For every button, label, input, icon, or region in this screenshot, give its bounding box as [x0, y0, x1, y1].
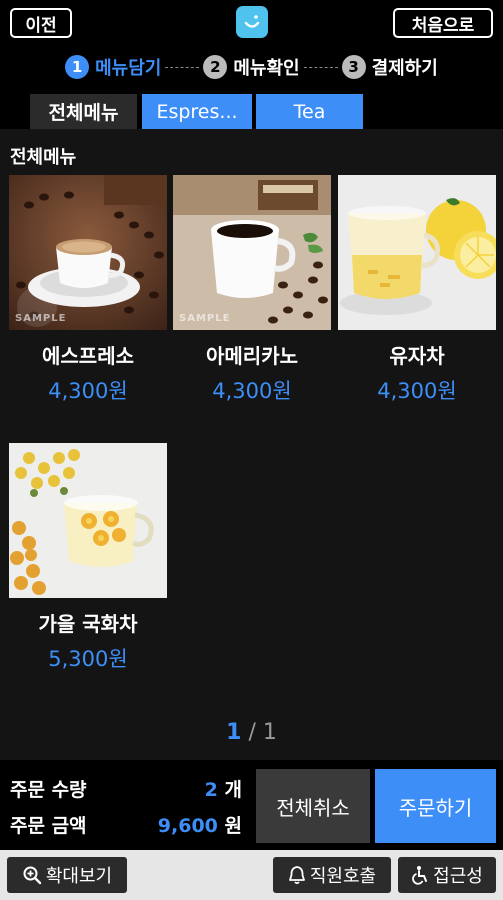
product-price: 4,300원 — [377, 379, 457, 403]
step-2: 2 메뉴확인 — [203, 54, 300, 80]
staff-call-label: 직원호출 — [309, 866, 377, 887]
step-divider — [165, 66, 200, 68]
product-name: 아메리카노 — [206, 344, 298, 368]
bottom-bar: 확대보기 직원호출 접근성 — [0, 850, 503, 900]
home-button[interactable]: 처음으로 — [393, 8, 493, 38]
product-image-americano: SAMPLE — [173, 175, 331, 330]
order-quantity-label: 주문 수량 — [10, 779, 87, 801]
step-2-number: 2 — [203, 55, 228, 79]
wheelchair-icon — [412, 866, 428, 885]
step-2-label: 메뉴확인 — [233, 58, 300, 79]
bell-icon — [288, 866, 305, 885]
step-3-number: 3 — [341, 55, 366, 79]
step-indicator: 1 메뉴담기 2 메뉴확인 3 결제하기 — [0, 44, 503, 90]
order-amount-value: 9,600 — [157, 815, 218, 837]
pagination: 1 / 1 — [0, 720, 503, 745]
order-button[interactable]: 주문하기 — [375, 769, 496, 843]
order-summary: 주문 수량 2 개 주문 금액 9,600 원 전체취소 주문하기 — [0, 760, 503, 850]
section-title: 전체메뉴 — [10, 147, 77, 168]
product-image-chrysanthemum-tea — [9, 443, 167, 598]
product-image-espresso: SAMPLE — [9, 175, 167, 330]
smile-logo-icon — [236, 6, 268, 38]
order-amount-row: 주문 금액 9,600 원 — [10, 811, 242, 838]
step-1-number: 1 — [65, 55, 90, 79]
accessibility-label: 접근성 — [433, 866, 483, 887]
product-name: 가을 국화차 — [38, 612, 138, 636]
order-amount-label: 주문 금액 — [10, 815, 87, 837]
kiosk-app: 이전 처음으로 1 메뉴담기 2 메뉴확인 3 결제하기 전체메뉴 Espres… — [0, 0, 503, 900]
order-quantity-row: 주문 수량 2 개 — [10, 775, 242, 802]
product-card-americano[interactable]: SAMPLE 아메리카노 4,300원 — [173, 175, 331, 405]
category-tabs: 전체메뉴 Espres... Tea — [0, 90, 503, 129]
product-card-chrysanthemum-tea[interactable]: 가을 국화차 5,300원 — [9, 443, 167, 673]
order-quantity-value-group: 2 개 — [205, 775, 242, 802]
step-3-label: 결제하기 — [371, 58, 438, 79]
zoom-button-label: 확대보기 — [45, 866, 113, 887]
product-card-yuja-tea[interactable]: 유자차 4,300원 — [338, 175, 496, 405]
order-amount-unit: 원 — [224, 815, 242, 837]
page-separator: / — [248, 720, 256, 745]
accessibility-button[interactable]: 접근성 — [398, 857, 496, 893]
staff-call-button[interactable]: 직원호출 — [273, 857, 391, 893]
page-total: 1 — [262, 720, 277, 745]
tab-tea[interactable]: Tea — [256, 94, 363, 129]
tab-all-menu[interactable]: 전체메뉴 — [30, 94, 137, 129]
product-price: 4,300원 — [48, 379, 128, 403]
order-amount-value-group: 9,600 원 — [158, 811, 242, 838]
product-card-espresso[interactable]: SAMPLE 에스프레소 4,300원 — [9, 175, 167, 405]
product-name: 에스프레소 — [42, 344, 134, 368]
product-image-yuja-tea — [338, 175, 496, 330]
sample-watermark: SAMPLE — [15, 313, 67, 324]
page-current: 1 — [226, 720, 242, 745]
order-quantity-value: 2 — [204, 779, 218, 801]
cancel-all-button[interactable]: 전체취소 — [256, 769, 370, 843]
top-bar: 이전 처음으로 — [0, 0, 503, 44]
order-quantity-unit: 개 — [224, 779, 242, 801]
step-divider — [303, 66, 338, 68]
magnifier-plus-icon — [23, 866, 42, 885]
prev-button[interactable]: 이전 — [10, 8, 72, 38]
product-price: 4,300원 — [212, 379, 292, 403]
step-1: 1 메뉴담기 — [65, 54, 161, 80]
tab-espresso[interactable]: Espres... — [142, 94, 252, 129]
zoom-button[interactable]: 확대보기 — [7, 857, 127, 893]
step-1-label: 메뉴담기 — [95, 58, 162, 79]
product-price: 5,300원 — [48, 647, 128, 671]
sample-watermark: SAMPLE — [179, 313, 231, 324]
product-name: 유자차 — [389, 344, 445, 368]
step-3: 3 결제하기 — [341, 54, 438, 80]
